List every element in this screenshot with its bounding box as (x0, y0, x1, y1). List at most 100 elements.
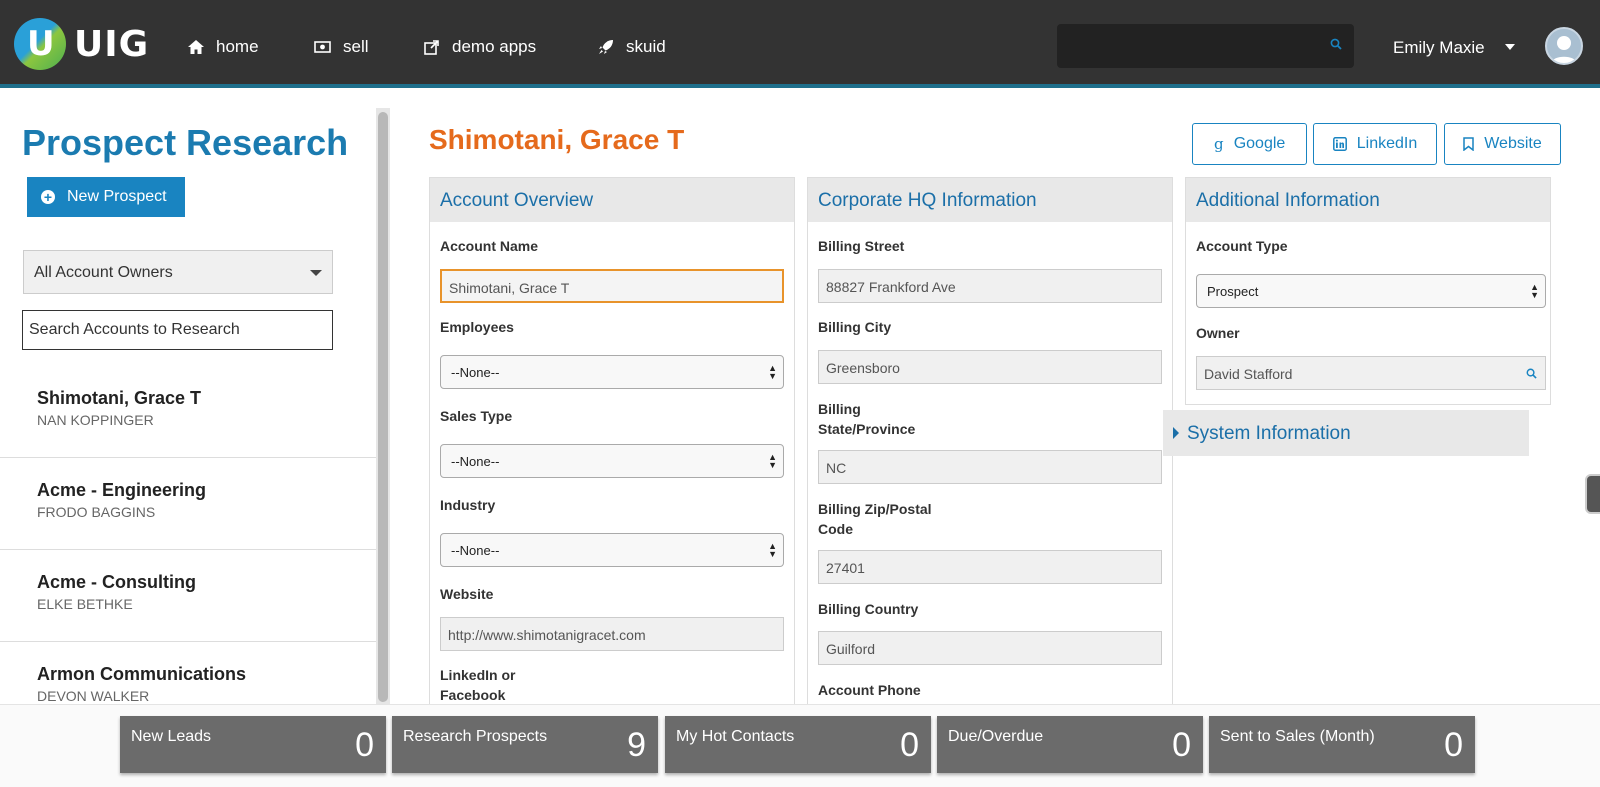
chevron-down-icon[interactable] (1505, 44, 1515, 50)
metric-value: 0 (900, 726, 919, 764)
billing-country-value: Guilford (826, 641, 876, 657)
metric-label: Research Prospects (403, 728, 548, 745)
linkedin-facebook-label-line-2: Facebook (440, 687, 506, 703)
side-panel-toggle[interactable] (1585, 474, 1600, 514)
system-information-label: System Information (1187, 423, 1351, 444)
nav-skuid[interactable]: skuid (598, 36, 666, 58)
sales-type-select[interactable]: --None-- ▲ ▼ (440, 444, 784, 478)
nav-home[interactable]: home (188, 36, 259, 58)
bookmark-icon (1463, 137, 1474, 151)
account-type-select[interactable]: Prospect ▲ ▼ (1196, 274, 1546, 308)
industry-select[interactable]: --None-- ▲ ▼ (440, 533, 784, 567)
sales-type-value: --None-- (451, 454, 500, 469)
billing-state-label-line-2: State/Province (818, 421, 916, 437)
billing-state-field[interactable]: NC (818, 450, 1162, 484)
metric-tile-due-overdue[interactable]: Due/Overdue 0 (937, 716, 1203, 773)
account-name: Armon Communications (37, 664, 247, 684)
metric-tile-research-prospects[interactable]: Research Prospects 9 (392, 716, 658, 773)
billing-country-label: Billing Country (818, 601, 919, 617)
new-prospect-label: New Prospect (67, 188, 167, 205)
metric-tile-hot-contacts[interactable]: My Hot Contacts 0 (665, 716, 931, 773)
uig-logo[interactable]: U UIG (14, 18, 154, 74)
employees-select[interactable]: --None-- ▲ ▼ (440, 355, 784, 389)
linkedin-button[interactable]: LinkedIn (1313, 123, 1437, 165)
global-search-input[interactable] (1057, 24, 1354, 68)
nav-home-label: home (216, 37, 259, 56)
search-icon[interactable] (1330, 38, 1342, 50)
list-item[interactable]: Shimotani, Grace T NAN KOPPINGER (0, 366, 376, 458)
metric-value: 0 (1444, 726, 1463, 764)
google-button[interactable]: g Google (1192, 123, 1307, 165)
metric-tile-sent-to-sales[interactable]: Sent to Sales (Month) 0 (1209, 716, 1475, 773)
record-detail: Shimotani, Grace T g Google LinkedIn Web… (390, 92, 1600, 704)
new-prospect-button[interactable]: + New Prospect (27, 177, 185, 217)
account-type-value: Prospect (1207, 284, 1259, 299)
billing-country-field[interactable]: Guilford (818, 631, 1162, 665)
metrics-bar: New Leads 0 Research Prospects 9 My Hot … (0, 704, 1600, 787)
scrollbar-thumb[interactable] (378, 112, 388, 702)
sidebar-scrollbar[interactable] (376, 108, 390, 704)
metric-label: Due/Overdue (948, 728, 1044, 745)
owner-value: David Stafford (1204, 366, 1293, 382)
nav-skuid-label: skuid (626, 37, 666, 56)
user-silhouette-icon (1550, 36, 1578, 63)
billing-zip-label-line-2: Code (818, 521, 853, 537)
account-search-input[interactable]: Search Accounts to Research (22, 310, 333, 350)
avatar[interactable] (1545, 27, 1583, 65)
billing-city-field[interactable]: Greensboro (818, 350, 1162, 384)
industry-value: --None-- (451, 543, 500, 558)
metric-tile-new-leads[interactable]: New Leads 0 (120, 716, 386, 773)
account-name: Acme - Engineering (37, 480, 207, 500)
billing-street-value: 88827 Frankford Ave (826, 279, 956, 295)
metric-label: My Hot Contacts (676, 728, 795, 745)
additional-info-panel: Additional Information Account Type Pros… (1185, 177, 1551, 405)
list-item[interactable]: Armon Communications DEVON WALKER (0, 642, 376, 704)
system-information-section[interactable]: System Information (1163, 410, 1529, 456)
home-icon (188, 40, 204, 54)
account-name-field[interactable]: Shimotani, Grace T (440, 269, 784, 303)
google-icon: g (1214, 136, 1224, 152)
chevron-down-icon (310, 270, 322, 276)
website-field-label: Website (440, 586, 494, 602)
billing-zip-field[interactable]: 27401 (818, 550, 1162, 584)
owner-label: Owner (1196, 325, 1240, 341)
select-arrows-icon: ▲ ▼ (768, 452, 777, 470)
account-owner-filter[interactable]: All Account Owners (23, 250, 333, 294)
account-owner-filter-value: All Account Owners (34, 264, 173, 281)
industry-label: Industry (440, 497, 496, 513)
nav-demo-apps-label: demo apps (452, 37, 537, 56)
select-arrows-icon: ▲ ▼ (768, 363, 777, 381)
account-owner: FRODO BAGGINS (37, 504, 156, 520)
owner-lookup-field[interactable]: David Stafford (1196, 356, 1546, 390)
svg-text:g: g (1214, 136, 1224, 152)
linkedin-icon (1332, 137, 1347, 151)
account-overview-panel: Account Overview Account Name Shimotani,… (429, 177, 795, 704)
corporate-hq-heading: Corporate HQ Information (808, 178, 1172, 222)
rocket-icon (599, 40, 613, 54)
website-label: Website (1484, 135, 1542, 152)
sales-type-label: Sales Type (440, 408, 513, 424)
record-title: Shimotani, Grace T (429, 124, 685, 155)
billing-city-value: Greensboro (826, 360, 900, 376)
account-search-placeholder: Search Accounts to Research (29, 321, 240, 338)
list-item[interactable]: Acme - Engineering FRODO BAGGINS (0, 458, 376, 550)
plus-circle-icon: + (41, 190, 55, 204)
select-arrows-icon: ▲ ▼ (1530, 282, 1539, 300)
user-menu-name[interactable]: Emily Maxie (1393, 38, 1485, 58)
website-button[interactable]: Website (1444, 123, 1561, 165)
linkedin-facebook-label-line-1: LinkedIn or (440, 667, 516, 683)
select-arrows-icon: ▲ ▼ (768, 541, 777, 559)
account-name: Shimotani, Grace T (37, 388, 202, 408)
nav-sell[interactable]: sell (314, 36, 369, 58)
billing-street-field[interactable]: 88827 Frankford Ave (818, 269, 1162, 303)
metric-label: New Leads (131, 728, 212, 745)
list-item[interactable]: Acme - Consulting ELKE BETHKE (0, 550, 376, 642)
account-owner: DEVON WALKER (37, 688, 150, 704)
billing-zip-label-line-1: Billing Zip/Postal (818, 501, 932, 517)
search-icon[interactable] (1526, 368, 1537, 379)
billing-state-value: NC (826, 460, 847, 476)
website-field[interactable]: http://www.shimotanigracet.com (440, 617, 784, 651)
employees-value: --None-- (451, 365, 500, 380)
nav-demo-apps[interactable]: demo apps (424, 36, 536, 58)
metric-label: Sent to Sales (Month) (1220, 728, 1375, 745)
